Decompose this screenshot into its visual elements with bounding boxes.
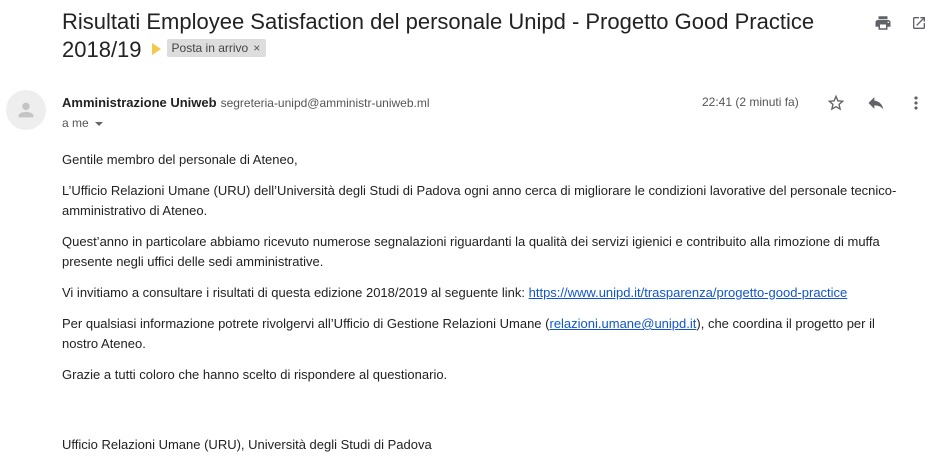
contact-email-link[interactable]: relazioni.umane@unipd.it — [549, 316, 696, 331]
sender-name[interactable]: Amministrazione Uniweb — [62, 95, 217, 110]
open-in-new-window-icon[interactable] — [908, 12, 930, 34]
paragraph-4-before: Per qualsiasi informazione potrete rivol… — [62, 316, 550, 331]
thread-actions — [872, 12, 930, 34]
email-body: Gentile membro del personale di Ateneo, … — [62, 150, 912, 396]
paragraph-5: Grazie a tutti coloro che hanno scelto d… — [62, 367, 448, 382]
reply-icon[interactable] — [865, 92, 887, 114]
paragraph-3-text: Vi invitiamo a consultare i risultati di… — [62, 285, 529, 300]
paragraph-4: Per qualsiasi informazione potrete rivol… — [62, 314, 912, 354]
greeting: Gentile membro del personale di Ateneo, — [62, 152, 298, 167]
recipient-toggle[interactable]: a me — [62, 116, 103, 130]
person-icon — [18, 102, 34, 118]
paragraph-3: Vi invitiamo a consultare i risultati di… — [62, 283, 912, 303]
remove-label-icon[interactable]: × — [253, 41, 260, 55]
importance-marker-icon[interactable] — [151, 43, 161, 56]
results-link[interactable]: https://www.unipd.it/trasparenza/progett… — [529, 285, 848, 300]
star-icon[interactable] — [825, 92, 847, 114]
message-time: 22:41 (2 minuti fa) — [702, 95, 799, 109]
signature: Ufficio Relazioni Umane (URU), Universit… — [62, 437, 432, 452]
message-actions — [825, 92, 927, 114]
more-vert-icon[interactable] — [905, 92, 927, 114]
sender-email: segreteria-unipd@amministr-uniweb.ml — [220, 96, 430, 110]
print-icon[interactable] — [872, 12, 894, 34]
paragraph-1: L’Ufficio Relazioni Umane (URU) dell’Uni… — [62, 183, 897, 218]
paragraph-2: Quest’anno in particolare abbiamo ricevu… — [62, 234, 880, 269]
label-chip-text: Posta in arrivo — [171, 41, 249, 56]
label-chip-inbox[interactable]: Posta in arrivo × — [166, 39, 267, 58]
chevron-down-icon[interactable] — [94, 121, 103, 126]
sender-line: Amministrazione Uniweb segreteria-unipd@a… — [62, 95, 430, 111]
avatar[interactable] — [6, 90, 46, 130]
email-subject: Risultati Employee Satisfaction del pers… — [62, 8, 832, 64]
recipient-text: a me — [62, 116, 89, 130]
